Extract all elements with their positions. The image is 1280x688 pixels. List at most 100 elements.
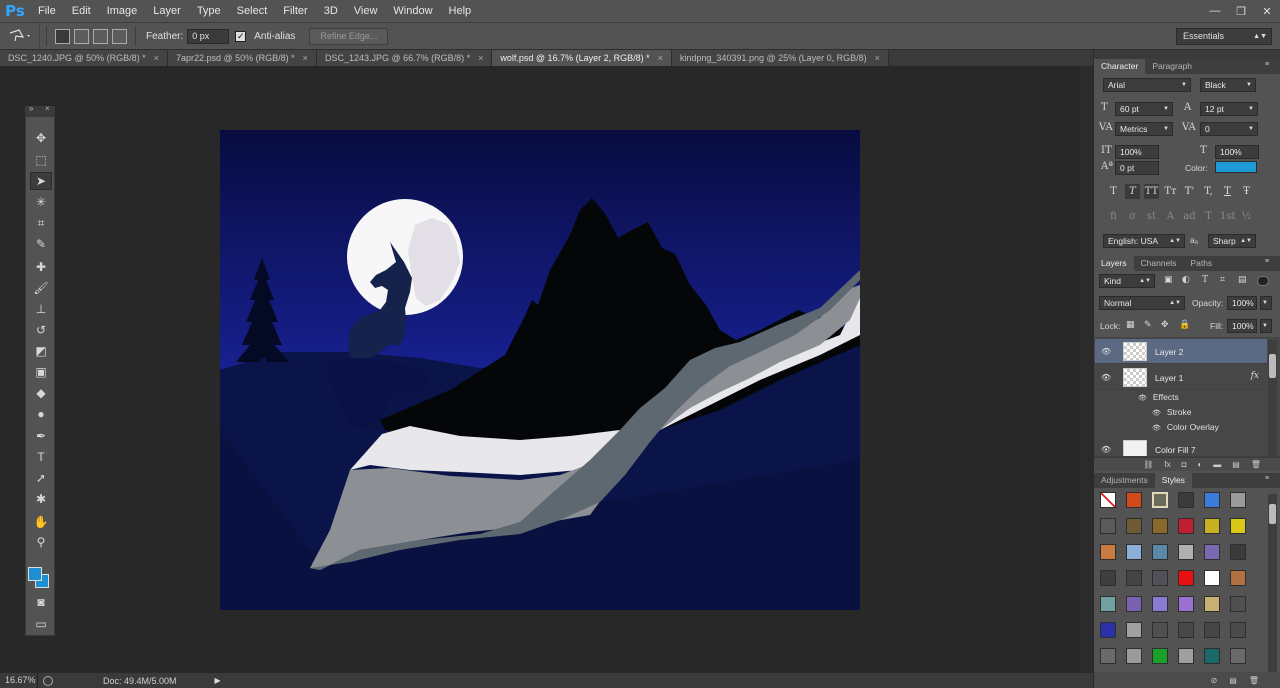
clone-stamp-tool-icon[interactable]: ⊥ xyxy=(30,300,52,318)
style-swatch[interactable] xyxy=(1230,570,1246,586)
workspace-select[interactable]: Essentials ▲▼ xyxy=(1176,28,1272,45)
marquee-tool-icon[interactable]: ⬚ xyxy=(30,151,52,169)
discretionary-ligatures-button[interactable]: st xyxy=(1144,209,1159,224)
delete-layer-icon[interactable]: 🗑 xyxy=(1251,460,1261,469)
close-toolbar-icon[interactable]: × xyxy=(45,104,50,113)
restore-button[interactable]: ❐ xyxy=(1228,0,1254,22)
style-swatch[interactable] xyxy=(1152,518,1168,534)
style-swatch[interactable] xyxy=(1126,622,1142,638)
move-tool-icon[interactable]: ✥ xyxy=(30,129,52,147)
tab-paths[interactable]: Paths xyxy=(1183,256,1219,271)
scrollbar-thumb[interactable] xyxy=(1269,354,1276,378)
lasso-tool-icon[interactable]: ➤ xyxy=(30,172,52,190)
menu-edit[interactable]: Edit xyxy=(64,0,99,22)
lock-image-icon[interactable]: ✎ xyxy=(1144,320,1152,330)
style-swatch[interactable] xyxy=(1152,570,1168,586)
style-swatch[interactable] xyxy=(1204,648,1220,664)
tab-adjustments[interactable]: Adjustments xyxy=(1094,473,1155,488)
tab-document-active[interactable]: wolf.psd @ 16.7% (Layer 2, RGB/8) * × xyxy=(492,50,672,66)
add-mask-icon[interactable]: ◘ xyxy=(1182,460,1187,469)
path-selection-tool-icon[interactable]: ➚ xyxy=(30,469,52,487)
filter-type-icon[interactable]: T xyxy=(1202,275,1208,285)
subscript-button[interactable]: T, xyxy=(1201,184,1216,199)
small-caps-button[interactable]: Tт xyxy=(1163,184,1178,199)
effects-eye-icon[interactable]: 👁 xyxy=(1138,395,1147,402)
font-family-select[interactable]: Arial ▼ xyxy=(1103,78,1191,92)
visibility-eye-icon[interactable]: 👁 xyxy=(1101,373,1111,382)
tab-document[interactable]: 7apr22.psd @ 50% (RGB/8) * × xyxy=(167,50,317,66)
fill-slider-toggle[interactable]: ▼ xyxy=(1260,319,1272,333)
style-swatch[interactable] xyxy=(1100,622,1116,638)
layer-row-color-fill[interactable]: 👁 Color Fill 7 xyxy=(1095,437,1267,457)
effect-eye-icon[interactable]: 👁 xyxy=(1152,425,1161,432)
stylistic-alternates-button[interactable]: ad xyxy=(1182,209,1197,224)
link-layers-icon[interactable]: ⛓ xyxy=(1143,460,1153,469)
toolbar-header[interactable]: » × xyxy=(25,104,55,116)
menu-type[interactable]: Type xyxy=(189,0,229,22)
style-swatch[interactable] xyxy=(1100,544,1116,560)
anti-alias-checkbox[interactable]: ✓ xyxy=(235,30,247,42)
visibility-eye-icon[interactable]: 👁 xyxy=(1101,347,1111,356)
lock-transparent-icon[interactable]: ▦ xyxy=(1126,320,1135,330)
gradient-tool-icon[interactable]: ▣ xyxy=(30,363,52,381)
dodge-tool-icon[interactable]: ● xyxy=(30,405,52,423)
tab-document[interactable]: DSC_1240.JPG @ 50% (RGB/8) * × xyxy=(0,50,168,66)
style-swatch[interactable] xyxy=(1126,544,1142,560)
panel-menu-icon[interactable]: ≡ xyxy=(1265,258,1275,268)
subtract-from-selection-button[interactable] xyxy=(93,28,108,44)
language-select[interactable]: English: USA ▲▼ xyxy=(1103,234,1185,248)
superscript-button[interactable]: T' xyxy=(1182,184,1197,199)
close-tab-icon[interactable]: × xyxy=(303,53,308,63)
panel-dock-header[interactable] xyxy=(1094,50,1280,59)
style-swatch[interactable] xyxy=(1152,544,1168,560)
filter-pixel-icon[interactable]: ▣ xyxy=(1164,275,1173,285)
standard-ligatures-button[interactable]: fi xyxy=(1106,209,1121,224)
style-swatch[interactable] xyxy=(1178,596,1194,612)
style-swatch[interactable] xyxy=(1100,596,1116,612)
menu-help[interactable]: Help xyxy=(441,0,480,22)
style-swatch[interactable] xyxy=(1204,544,1220,560)
effect-row-stroke[interactable]: 👁 Stroke xyxy=(1152,407,1191,417)
panel-menu-icon[interactable]: ≡ xyxy=(1265,61,1275,71)
style-swatch[interactable] xyxy=(1178,518,1194,534)
minimize-button[interactable]: — xyxy=(1202,0,1228,22)
style-swatch[interactable] xyxy=(1204,570,1220,586)
foreground-color-swatch[interactable] xyxy=(28,567,42,581)
brush-tool-icon[interactable]: 🖌 xyxy=(30,279,52,297)
close-tab-icon[interactable]: × xyxy=(154,53,159,63)
style-swatch[interactable] xyxy=(1152,596,1168,612)
feather-input[interactable]: 0 px xyxy=(187,28,230,44)
style-swatch[interactable] xyxy=(1178,648,1194,664)
style-swatch[interactable] xyxy=(1100,570,1116,586)
menu-view[interactable]: View xyxy=(346,0,386,22)
tab-document[interactable]: DSC_1243.JPG @ 66.7% (RGB/8) * × xyxy=(316,50,493,66)
layers-scrollbar[interactable] xyxy=(1268,340,1277,460)
menu-filter[interactable]: Filter xyxy=(275,0,315,22)
style-swatch[interactable] xyxy=(1178,622,1194,638)
status-info-icon[interactable] xyxy=(43,675,53,686)
new-style-icon[interactable]: ▤ xyxy=(1229,676,1237,685)
scrollbar-thumb[interactable] xyxy=(1269,504,1276,524)
style-swatch[interactable] xyxy=(1126,518,1142,534)
delete-style-icon[interactable]: 🗑 xyxy=(1249,676,1259,685)
faux-italic-button[interactable]: T xyxy=(1125,184,1140,199)
all-caps-button[interactable]: TT xyxy=(1144,184,1159,199)
style-swatch[interactable] xyxy=(1230,648,1246,664)
style-swatch[interactable] xyxy=(1126,492,1142,508)
panel-menu-icon[interactable]: ≡ xyxy=(1265,475,1275,485)
lock-all-icon[interactable]: 🔒 xyxy=(1179,320,1190,330)
styles-scrollbar[interactable] xyxy=(1268,494,1277,672)
menu-layer[interactable]: Layer xyxy=(145,0,189,22)
filter-shape-icon[interactable]: ⌗ xyxy=(1220,275,1225,285)
close-tab-icon[interactable]: × xyxy=(875,53,880,63)
eyedropper-tool-icon[interactable]: ✎ xyxy=(30,235,52,253)
menu-3d[interactable]: 3D xyxy=(316,0,346,22)
tab-paragraph[interactable]: Paragraph xyxy=(1145,59,1199,74)
opacity-slider-toggle[interactable]: ▼ xyxy=(1260,296,1272,310)
style-swatch[interactable] xyxy=(1204,622,1220,638)
lock-position-icon[interactable]: ✥ xyxy=(1161,320,1169,330)
healing-brush-tool-icon[interactable]: ✚ xyxy=(30,258,52,276)
leading-input[interactable]: 12 pt ▼ xyxy=(1200,102,1258,116)
close-tab-icon[interactable]: × xyxy=(478,53,483,63)
ordinals-button[interactable]: 1st xyxy=(1220,209,1236,224)
